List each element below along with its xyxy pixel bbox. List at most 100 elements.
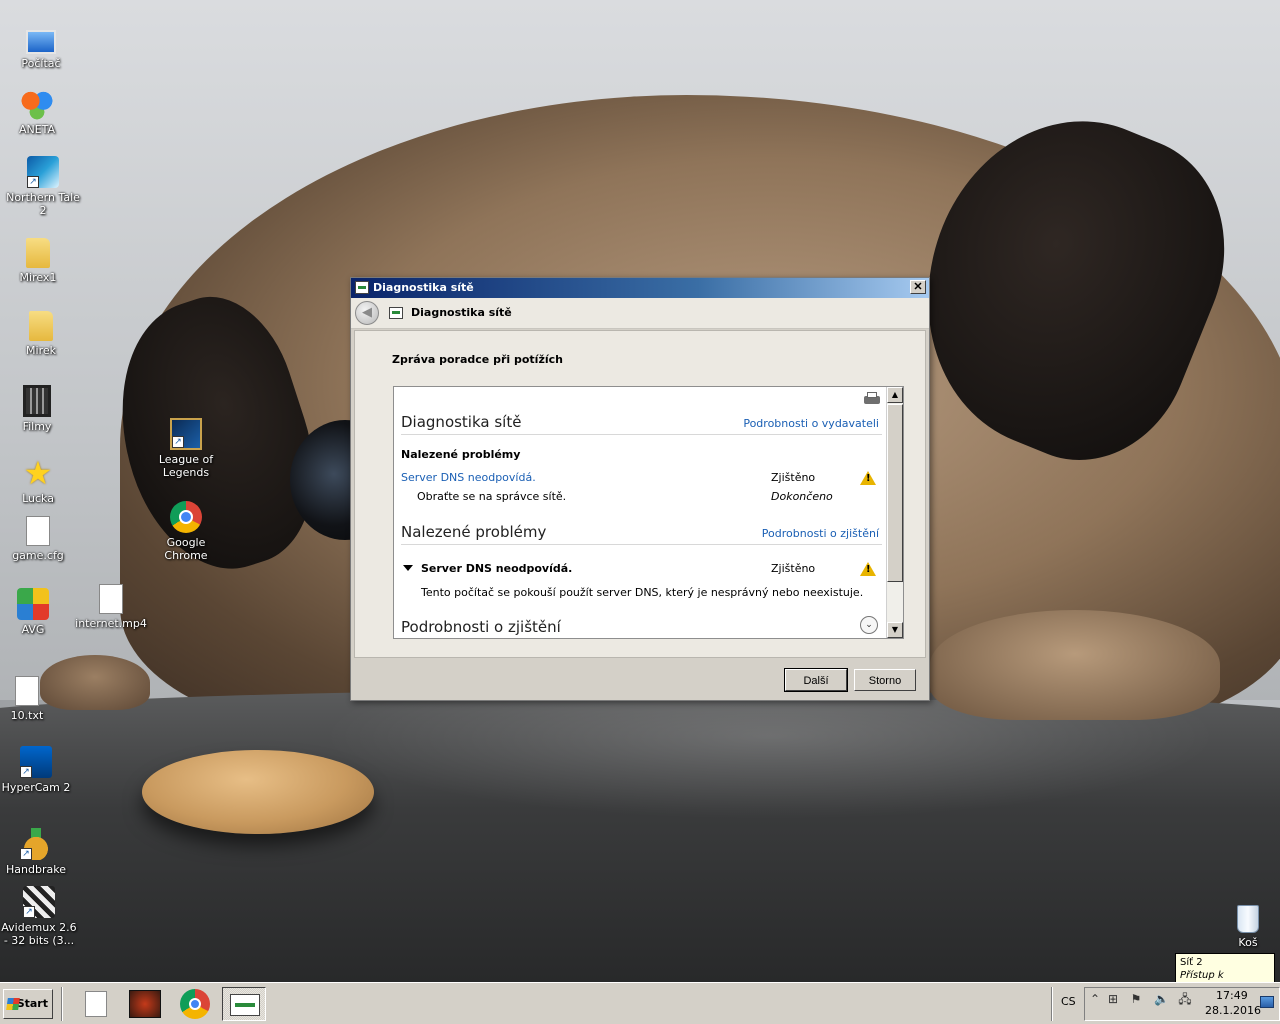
desktop-icon-filmy[interactable]: Filmy [0, 385, 77, 433]
back-button[interactable]: ◀ [355, 301, 379, 325]
volume-icon[interactable]: 🔈 [1154, 993, 1169, 1006]
network-tooltip: Síť 2 Přístup k Internetu [1175, 953, 1275, 994]
scroll-down-arrow-icon[interactable]: ▼ [887, 622, 903, 638]
collapse-triangle-icon[interactable] [403, 565, 413, 571]
desktop-icon-computer[interactable]: Počítač [1, 26, 81, 70]
taskbar-separator [61, 987, 63, 1021]
close-button[interactable]: ✕ [910, 280, 926, 294]
desktop-icon-label: internet.mp4 [75, 617, 147, 630]
desktop-icon-avg[interactable]: AVG [0, 588, 73, 636]
taskbar-separator [1051, 987, 1053, 1021]
warning-icon [860, 562, 876, 576]
chrome-icon [170, 501, 202, 533]
start-label: Start [16, 997, 48, 1010]
butterfly-icon [21, 88, 53, 120]
taskbar-app-network-diagnostics[interactable] [222, 987, 266, 1021]
desktop-icon-label: game.cfg [12, 549, 64, 562]
chrome-icon [180, 989, 210, 1019]
wallpaper-pug-paw-right [930, 610, 1220, 720]
desktop-icon-label: Filmy [22, 420, 52, 433]
show-hidden-icons-icon[interactable]: ⌃ [1088, 993, 1102, 1006]
desktop-icon-lucka[interactable]: ★ Lucka [0, 457, 78, 505]
network-diagnostics-icon [355, 281, 369, 294]
start-button[interactable]: Start [3, 989, 53, 1019]
detection-details-link[interactable]: Podrobnosti o zjištění [762, 527, 879, 540]
game-icon [129, 990, 161, 1018]
taskbar: Start CS ⌃ ⊞ ⚑ 🔈 🖧 17:49 28.1.2016 [0, 982, 1280, 1024]
desktop-icon-label: Lucka [22, 492, 54, 505]
language-indicator[interactable]: CS [1061, 995, 1076, 1008]
window-titlebar[interactable]: Diagnostika sítě ✕ [351, 278, 929, 298]
problem-link-dns[interactable]: Server DNS neodpovídá. [401, 471, 536, 484]
back-arrow-icon: ◀ [362, 305, 372, 320]
resolution-text: Obraťte se na správce sítě. [417, 490, 567, 503]
clock-date[interactable]: 28.1.2016 [1205, 1004, 1261, 1017]
shortcut-arrow-icon: ↗ [172, 436, 184, 448]
taskbar-app-game[interactable] [123, 987, 167, 1021]
section-title-problems: Nalezené problémy [401, 523, 547, 541]
taskbar-app-chrome[interactable] [173, 987, 217, 1021]
desktop-icon-label: 10.txt [10, 709, 44, 722]
desktop-icon-10-txt[interactable]: 10.txt [0, 676, 67, 722]
problem-title-dns: Server DNS neodpovídá. [421, 562, 573, 575]
desktop-icon-label: Koš [1238, 936, 1258, 949]
next-button[interactable]: Další [784, 668, 848, 692]
network-icon[interactable]: 🖧 [1178, 993, 1192, 1006]
printer-icon[interactable] [864, 392, 880, 406]
desktop-icon-google-chrome[interactable]: Google Chrome [146, 501, 226, 562]
video-file-icon [99, 584, 123, 614]
desktop-icon-league-of-legends[interactable]: ↗ League of Legends [146, 418, 226, 479]
league-icon: ↗ [170, 418, 202, 450]
desktop-icon-handbrake[interactable]: ↗ Handbrake [0, 828, 76, 876]
camera-icon: ↗ [20, 746, 52, 778]
clock-time[interactable]: 17:49 [1216, 989, 1248, 1002]
desktop-icon-label: ANETA [18, 123, 56, 136]
report-heading: Zpráva poradce při potížích [392, 353, 563, 366]
desktop-icon-label: HyperCam 2 [1, 781, 71, 794]
desktop-icon-hypercam[interactable]: ↗ HyperCam 2 [0, 746, 76, 794]
desktop-icon-avidemux[interactable]: ↗ Avidemux 2.6 - 32 bits (3... [0, 886, 79, 947]
desktop-icon-northern-tale[interactable]: ↗ Northern Tale 2 [3, 156, 83, 217]
desktop-icon-internet-mp4[interactable]: internet.mp4 [71, 584, 151, 630]
network-diagnostics-icon [230, 994, 260, 1016]
wallpaper-cookie [142, 750, 374, 834]
expand-chevron-icon[interactable]: ⌄ [860, 616, 878, 634]
report-scrollbar[interactable]: ▲ ▼ [886, 387, 903, 638]
problem-status: Zjištěno [771, 471, 816, 484]
scrollbar-thumb[interactable] [887, 404, 903, 582]
desktop-icon-mirek[interactable]: Mirek [1, 311, 81, 357]
resolution-status: Dokončeno [771, 490, 833, 503]
wizard-navbar: ◀ Diagnostika sítě [351, 298, 929, 329]
desktop-icon-label: Počítač [21, 57, 61, 70]
desktop-icon-game-cfg[interactable]: game.cfg [0, 516, 78, 562]
cancel-button[interactable]: Storno [854, 669, 916, 691]
desktop-icon-label: Handbrake [6, 863, 66, 876]
desktop-icon-label: Mirex1 [19, 271, 57, 284]
desktop-icon-label: Mirek [26, 344, 56, 357]
wizard-content: Zpráva poradce při potížích Diagnostika … [354, 330, 926, 658]
show-desktop-icon[interactable] [1260, 996, 1274, 1008]
window-title: Diagnostika sítě [373, 281, 474, 294]
windows-logo-icon [6, 998, 20, 1010]
windows-icon[interactable]: ⊞ [1106, 993, 1120, 1006]
desktop-icon-mirex1[interactable]: Mirex1 [0, 238, 78, 284]
folder-icon [29, 311, 53, 341]
shortcut-arrow-icon: ↗ [20, 848, 32, 860]
notepad-icon [85, 991, 107, 1017]
troubleshooting-report: Diagnostika sítě Podrobnosti o vydavatel… [393, 386, 904, 639]
publisher-details-link[interactable]: Podrobnosti o vydavateli [743, 417, 879, 430]
taskbar-app-notepad[interactable] [74, 987, 118, 1021]
folder-icon [26, 238, 50, 268]
film-icon [23, 385, 51, 417]
network-diagnostics-window: Diagnostika sítě ✕ ◀ Diagnostika sítě Zp… [350, 277, 930, 701]
tooltip-network-name: Síť 2 [1180, 957, 1203, 968]
desktop-icon-aneta[interactable]: ANETA [0, 88, 77, 136]
desktop-icon-label: League of Legends [158, 453, 214, 479]
desktop-icon-label: Google Chrome [164, 536, 208, 562]
desktop-icon-recycle-bin[interactable]: Koš [1208, 905, 1280, 949]
desktop-icon-label: AVG [21, 623, 45, 636]
action-center-flag-icon[interactable]: ⚑ [1129, 993, 1143, 1006]
scroll-up-arrow-icon[interactable]: ▲ [887, 387, 903, 403]
shortcut-arrow-icon: ↗ [20, 766, 32, 778]
problem-description: Tento počítač se pokouší použít server D… [421, 586, 864, 599]
